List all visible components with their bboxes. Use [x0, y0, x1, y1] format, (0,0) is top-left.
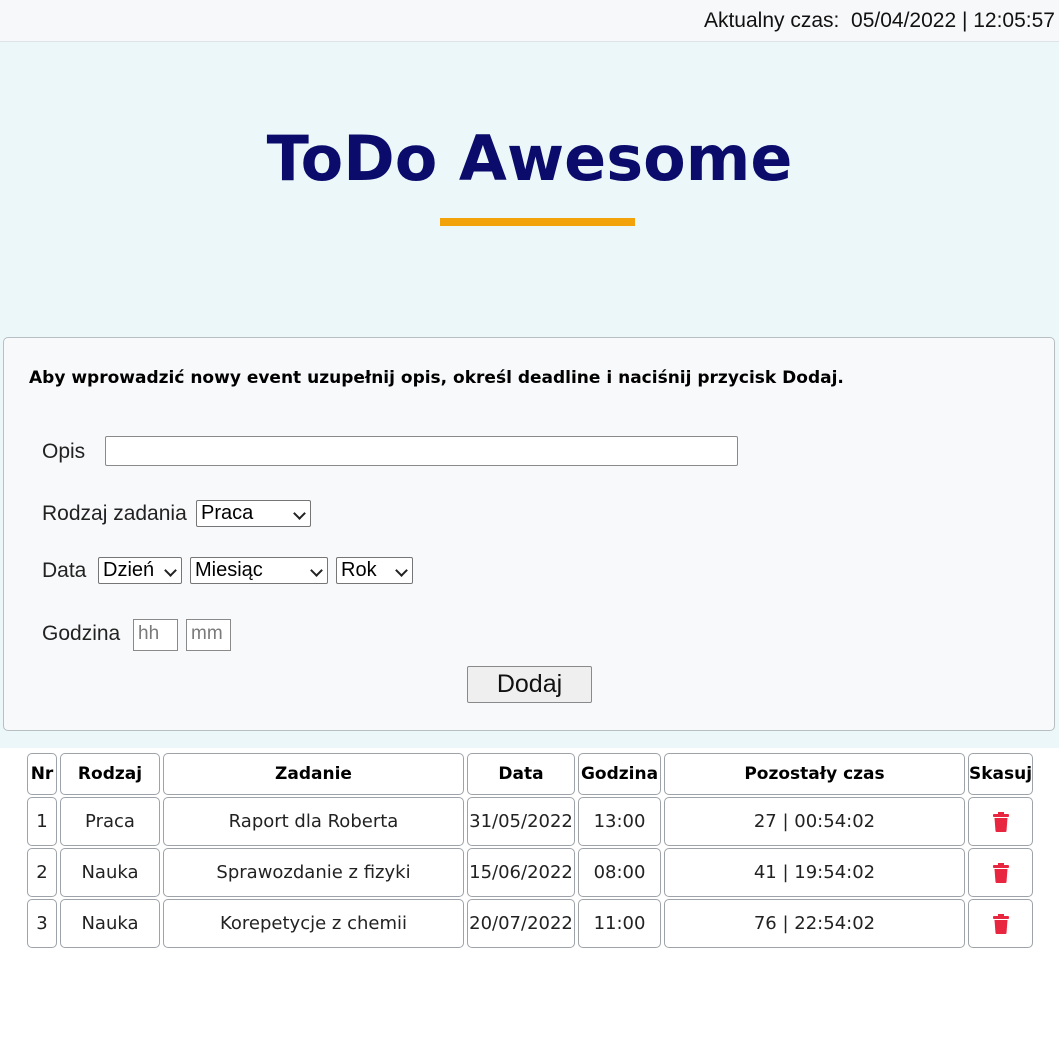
new-event-form: Aby wprowadzić nowy event uzupełnij opis…	[3, 337, 1055, 731]
year-select[interactable]: Rok	[336, 557, 413, 584]
cell-delete	[968, 899, 1034, 948]
cell-type: Nauka	[60, 848, 160, 897]
events-table: Nr Rodzaj Zadanie Data Godzina Pozostały…	[24, 751, 1036, 950]
date-label: Data	[42, 559, 87, 582]
cell-task: Korepetycje z chemii	[163, 899, 464, 948]
day-select[interactable]: Dzień	[98, 557, 182, 584]
task-type-label: Rodzaj zadania	[42, 502, 187, 525]
cell-nr: 1	[27, 797, 57, 846]
chevron-down-icon	[293, 507, 306, 520]
month-select[interactable]: Miesiąc	[190, 557, 328, 584]
cell-type: Praca	[60, 797, 160, 846]
current-time: Aktualny czas: 05/04/2022 | 12:05:57	[703, 9, 1055, 32]
column-header-nr: Nr	[27, 753, 57, 795]
description-label: Opis	[42, 440, 86, 463]
trash-icon[interactable]	[992, 914, 1009, 934]
chevron-down-icon	[310, 564, 323, 577]
column-header-remaining: Pozostały czas	[664, 753, 965, 795]
title-underline	[440, 218, 635, 226]
table-header-row: Nr Rodzaj Zadanie Data Godzina Pozostały…	[27, 753, 1034, 795]
hero-section: ToDo Awesome Aby wprowadzić nowy event u…	[0, 42, 1059, 748]
hour-input[interactable]: hh	[133, 619, 178, 651]
cell-time: 11:00	[578, 899, 661, 948]
column-header-task: Zadanie	[163, 753, 464, 795]
task-type-select[interactable]: Praca	[196, 500, 311, 527]
trash-icon[interactable]	[992, 812, 1009, 832]
task-type-selected: Praca	[201, 502, 254, 524]
cell-delete	[968, 797, 1034, 846]
form-instruction: Aby wprowadzić nowy event uzupełnij opis…	[29, 368, 844, 388]
cell-date: 20/07/2022	[467, 899, 575, 948]
app-title: ToDo Awesome	[266, 122, 793, 195]
trash-icon[interactable]	[992, 863, 1009, 883]
cell-time: 13:00	[578, 797, 661, 846]
cell-nr: 2	[27, 848, 57, 897]
column-header-delete: Skasuj	[968, 753, 1034, 795]
table-row: 3 Nauka Korepetycje z chemii 20/07/2022 …	[27, 899, 1034, 948]
column-header-time: Godzina	[578, 753, 661, 795]
cell-time: 08:00	[578, 848, 661, 897]
minute-input[interactable]: mm	[186, 619, 231, 651]
cell-remaining: 41 | 19:54:02	[664, 848, 965, 897]
cell-date: 15/06/2022	[467, 848, 575, 897]
chevron-down-icon	[164, 564, 177, 577]
add-button[interactable]: Dodaj	[467, 666, 592, 703]
cell-task: Sprawozdanie z fizyki	[163, 848, 464, 897]
table-row: 1 Praca Raport dla Roberta 31/05/2022 13…	[27, 797, 1034, 846]
table-row: 2 Nauka Sprawozdanie z fizyki 15/06/2022…	[27, 848, 1034, 897]
time-label: Godzina	[42, 622, 121, 645]
day-selected: Dzień	[103, 559, 155, 581]
description-input[interactable]	[105, 436, 738, 466]
cell-date: 31/05/2022	[467, 797, 575, 846]
cell-task: Raport dla Roberta	[163, 797, 464, 846]
year-selected: Rok	[341, 559, 377, 581]
cell-remaining: 27 | 00:54:02	[664, 797, 965, 846]
cell-type: Nauka	[60, 899, 160, 948]
chevron-down-icon	[395, 564, 408, 577]
cell-remaining: 76 | 22:54:02	[664, 899, 965, 948]
month-selected: Miesiąc	[195, 559, 263, 581]
column-header-type: Rodzaj	[60, 753, 160, 795]
top-bar: Aktualny czas: 05/04/2022 | 12:05:57	[0, 0, 1059, 42]
column-header-date: Data	[467, 753, 575, 795]
cell-delete	[968, 848, 1034, 897]
cell-nr: 3	[27, 899, 57, 948]
hour-placeholder: hh	[138, 623, 160, 644]
minute-placeholder: mm	[191, 623, 223, 644]
